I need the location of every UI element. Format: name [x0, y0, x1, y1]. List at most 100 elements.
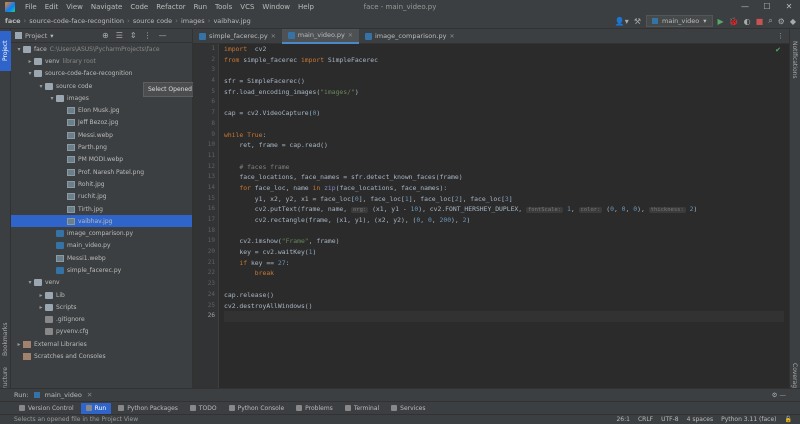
bookmarks-tool-tab[interactable]: Bookmarks [0, 319, 11, 359]
tool-window-run[interactable]: Run [80, 402, 112, 414]
breadcrumb-item[interactable]: vaibhav.jpg [210, 17, 253, 25]
tree-item[interactable]: Jeff Bezoz.jpg [11, 117, 192, 129]
tree-item[interactable]: ▾ source-code-face-recognition [11, 68, 192, 80]
code-line[interactable]: cap.release() [224, 290, 784, 301]
code-area[interactable]: import cv2 from simple_facerec import Sim… [224, 44, 784, 322]
tree-item[interactable]: .gitignore [11, 314, 192, 326]
expand-arrow-icon[interactable]: ▸ [15, 341, 23, 348]
editor-tab[interactable]: image_comparison.py ✕ [359, 29, 461, 44]
tool-window-version-control[interactable]: Version Control [14, 403, 79, 414]
tree-item[interactable]: Parth.png [11, 141, 192, 153]
code-line[interactable]: y1, x2, y2, x1 = face_loc[0], face_loc[1… [224, 194, 784, 205]
code-line[interactable]: cv2.rectangle(frame, (x1, y1), (x2, y2),… [224, 215, 784, 226]
editor-tab[interactable]: simple_facerec.py ✕ [193, 29, 282, 44]
menu-vcs[interactable]: VCS [236, 3, 258, 11]
tree-item[interactable]: Messi.webp [11, 129, 192, 141]
expand-arrow-icon[interactable]: ▸ [26, 58, 34, 65]
breadcrumb-item[interactable]: face [0, 17, 23, 25]
stop-icon[interactable]: ■ [756, 17, 764, 26]
code-line[interactable]: if key == 27: [224, 258, 784, 269]
code-line[interactable]: face_locations, face_names = sfr.detect_… [224, 172, 784, 183]
run-tab-config[interactable]: main_video [45, 391, 82, 399]
tree-item[interactable]: ruchit.jpg [11, 191, 192, 203]
expand-arrow-icon[interactable]: ▸ [37, 292, 45, 299]
tree-item[interactable]: vaibhav.jpg [11, 215, 192, 228]
code-line[interactable] [224, 151, 784, 162]
close-icon[interactable]: ✕ [87, 391, 92, 399]
options-icon[interactable]: ⋮ [144, 31, 152, 40]
breadcrumb-item[interactable]: source code [130, 17, 175, 25]
tree-item[interactable]: ▾ venv [11, 277, 192, 289]
settings-icon[interactable]: ⚙ — [772, 391, 786, 399]
code-line[interactable]: from simple_facerec import SimpleFacerec [224, 55, 784, 66]
close-icon[interactable]: ✕ [348, 32, 353, 39]
code-line[interactable]: break [224, 268, 784, 279]
menu-tools[interactable]: Tools [211, 3, 236, 11]
settings-icon[interactable]: ⚙ [778, 17, 785, 26]
code-line[interactable]: # faces frame [224, 162, 784, 173]
code-line[interactable]: while True: [224, 130, 784, 141]
lock-icon[interactable]: 🔓 [785, 416, 792, 423]
expand-arrow-icon[interactable]: ▾ [48, 95, 56, 102]
notifications-tool-tab[interactable]: Notifications [789, 35, 800, 85]
indent-setting[interactable]: 4 spaces [687, 416, 713, 423]
expand-all-icon[interactable]: ⇕ [130, 31, 137, 40]
code-line[interactable]: sfr.load_encoding_images("images/") [224, 87, 784, 98]
hide-icon[interactable]: — [159, 31, 167, 40]
code-line[interactable]: cv2.imshow("Frame", frame) [224, 236, 784, 247]
tree-item[interactable]: Messi1.webp [11, 252, 192, 264]
search-icon[interactable]: ⌕ [768, 16, 772, 26]
close-icon[interactable]: ✕ [271, 33, 276, 40]
code-line[interactable] [224, 226, 784, 237]
code-line[interactable] [224, 97, 784, 108]
tree-item[interactable]: Rohit.jpg [11, 178, 192, 190]
code-line[interactable]: import cv2 [224, 44, 784, 55]
code-line[interactable] [224, 65, 784, 76]
select-opened-file-icon[interactable]: ⊕ [102, 31, 109, 40]
code-line[interactable]: sfr = SimpleFacerec() [224, 76, 784, 87]
tool-window-todo[interactable]: TODO [185, 403, 222, 414]
maximize-icon[interactable]: ☐ [756, 0, 778, 14]
tree-item[interactable]: simple_facerec.py [11, 264, 192, 276]
code-line[interactable]: key = cv2.waitKey(1) [224, 247, 784, 258]
menu-navigate[interactable]: Navigate [87, 3, 126, 11]
tree-item[interactable]: ▸ Scripts [11, 301, 192, 313]
menu-edit[interactable]: Edit [41, 3, 63, 11]
code-line[interactable] [224, 311, 784, 322]
menu-help[interactable]: Help [294, 3, 318, 11]
tool-window-problems[interactable]: Problems [291, 403, 338, 414]
inspection-ok-icon[interactable]: ✔ [775, 46, 781, 54]
breadcrumb-item[interactable]: source-code-face-recognition [26, 17, 127, 25]
chevron-down-icon[interactable]: ▾ [50, 32, 53, 40]
tool-window-terminal[interactable]: Terminal [340, 403, 384, 414]
expand-arrow-icon[interactable]: ▾ [26, 279, 34, 286]
tree-item[interactable]: Prof. Naresh Patel.png [11, 166, 192, 178]
collapse-all-icon[interactable]: ☰ [116, 31, 123, 40]
line-separator[interactable]: CRLF [638, 416, 653, 423]
menu-code[interactable]: Code [126, 3, 152, 11]
tree-item[interactable]: PM MODI.webp [11, 154, 192, 166]
run-icon[interactable]: ▶ [718, 17, 724, 26]
close-icon[interactable]: ✕ [778, 0, 800, 14]
close-icon[interactable]: ✕ [449, 33, 454, 40]
menu-file[interactable]: File [21, 3, 41, 11]
jetbrains-icon[interactable]: ◆ [790, 17, 796, 26]
tree-item[interactable]: ▸ External Libraries [11, 338, 192, 350]
file-encoding[interactable]: UTF-8 [661, 416, 679, 423]
expand-arrow-icon[interactable]: ▾ [15, 46, 23, 53]
menu-refactor[interactable]: Refactor [152, 3, 189, 11]
code-line[interactable]: for face_loc, name in zip(face_locations… [224, 183, 784, 194]
tree-item[interactable]: Scratches and Consoles [11, 350, 192, 362]
code-line[interactable]: ret, frame = cap.read() [224, 140, 784, 151]
menu-run[interactable]: Run [190, 3, 211, 11]
project-tool-tab[interactable]: Project [0, 31, 11, 71]
menu-view[interactable]: View [62, 3, 87, 11]
tree-item[interactable]: image_comparison.py [11, 227, 192, 239]
tool-window-python-console[interactable]: Python Console [224, 403, 290, 414]
tab-list-icon[interactable]: ⋮ [777, 32, 784, 40]
debug-icon[interactable]: 🐞 [729, 17, 739, 26]
editor-tab[interactable]: main_video.py ✕ [281, 28, 359, 44]
tree-item[interactable]: ▾ face C:\Users\ASUS\PycharmProjects\face [11, 43, 192, 55]
minimize-icon[interactable]: — [734, 0, 756, 14]
expand-arrow-icon[interactable]: ▸ [37, 304, 45, 311]
